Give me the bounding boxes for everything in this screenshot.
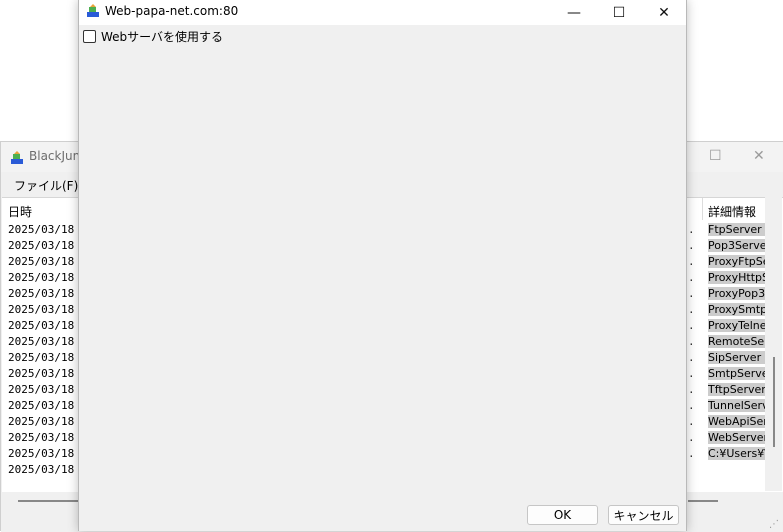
horizontal-scroll-track (688, 500, 718, 502)
row-truncated-column: .. (688, 319, 696, 332)
row-truncated-column: .. (688, 447, 696, 460)
app-icon (87, 4, 99, 17)
maximize-icon: ☐ (612, 4, 626, 21)
row-datetime: 2025/03/18 2 (8, 367, 80, 380)
row-truncated-column: .. (688, 335, 696, 348)
minimize-button[interactable]: — (551, 0, 597, 25)
maximize-button[interactable]: ☐ (596, 0, 642, 25)
row-datetime: 2025/03/18 2 (8, 255, 80, 268)
row-truncated-column: .. (688, 239, 696, 252)
row-detail: SipServer (708, 351, 766, 364)
row-datetime: 2025/03/18 2 (8, 463, 80, 476)
row-datetime: 2025/03/18 2 (8, 303, 80, 316)
background-window-title: BlackJumboDog (29, 149, 79, 163)
row-detail: TftpServer (708, 383, 766, 396)
row-datetime: 2025/03/18 2 (8, 239, 80, 252)
row-detail: WebApiServer (708, 415, 766, 428)
row-datetime: 2025/03/18 2 (8, 383, 80, 396)
row-datetime: 2025/03/18 2 (8, 431, 80, 444)
row-detail: ProxyPop3Server (708, 287, 766, 300)
row-datetime: 2025/03/18 2 (8, 335, 80, 348)
row-truncated-column: .. (688, 351, 696, 364)
row-datetime: 2025/03/18 2 (8, 399, 80, 412)
app-icon (11, 151, 23, 164)
row-truncated-column: .. (688, 383, 696, 396)
row-datetime: 2025/03/18 2 (8, 319, 80, 332)
row-truncated-column: .. (688, 255, 696, 268)
row-truncated-column: .. (688, 399, 696, 412)
row-truncated-column: .. (688, 303, 696, 316)
row-detail: WebServer (708, 431, 766, 444)
vertical-scrollbar[interactable] (765, 197, 782, 491)
row-datetime: 2025/03/18 2 (8, 447, 80, 460)
horizontal-scroll-thumb[interactable] (18, 500, 78, 502)
row-truncated-column: .. (688, 287, 696, 300)
row-truncated-column: .. (688, 271, 696, 284)
row-truncated-column: .. (688, 223, 696, 236)
row-detail: SmtpServer (708, 367, 766, 380)
row-detail: C:¥Users¥V (708, 447, 766, 460)
maximize-icon[interactable]: ☐ (709, 148, 722, 164)
close-icon[interactable]: ✕ (753, 148, 765, 164)
close-button[interactable]: ✕ (641, 0, 687, 25)
row-datetime: 2025/03/18 2 (8, 287, 80, 300)
row-datetime: 2025/03/18 2 (8, 223, 80, 236)
column-datetime[interactable]: 日時 (8, 203, 32, 220)
row-detail: RemoteServer (708, 335, 766, 348)
row-detail: TunnelServer (708, 399, 766, 412)
cancel-button[interactable]: キャンセル (608, 505, 679, 525)
row-truncated-column: .. (688, 431, 696, 444)
use-web-server-label: Webサーバを使用する (101, 29, 224, 44)
resize-grip-icon[interactable]: ⋰ (769, 519, 779, 530)
column-separator[interactable] (702, 198, 703, 220)
column-detail[interactable]: 詳細情報 (708, 203, 756, 220)
close-icon: ✕ (658, 4, 670, 21)
row-truncated-column: .. (688, 415, 696, 428)
row-datetime: 2025/03/18 2 (8, 415, 80, 428)
row-detail: FtpServer (708, 223, 766, 236)
minimize-icon: — (567, 4, 581, 21)
use-web-server-checkbox[interactable] (83, 29, 96, 43)
row-detail: Pop3Server (708, 239, 766, 252)
row-detail: ProxySmtpServer (708, 303, 766, 316)
vertical-scroll-thumb[interactable] (773, 357, 775, 447)
row-truncated-column: .. (688, 367, 696, 380)
use-web-server-checkbox-row[interactable]: Webサーバを使用する (83, 28, 223, 44)
dialog-title: Web-papa-net.com:80 (105, 4, 239, 18)
dialog-titlebar[interactable]: Web-papa-net.com:80 — ☐ ✕ (79, 0, 686, 25)
row-detail: ProxyTelnetServer (708, 319, 766, 332)
row-detail: ProxyFtpServer (708, 255, 766, 268)
web-server-dialog: Web-papa-net.com:80 — ☐ ✕ Webサーバを使用する OK… (78, 0, 687, 531)
ok-button[interactable]: OK (527, 505, 598, 525)
row-datetime: 2025/03/18 2 (8, 271, 80, 284)
row-detail: ProxyHttpServer (708, 271, 766, 284)
menu-file[interactable]: ファイル(F) (14, 177, 78, 194)
row-datetime: 2025/03/18 2 (8, 351, 80, 364)
